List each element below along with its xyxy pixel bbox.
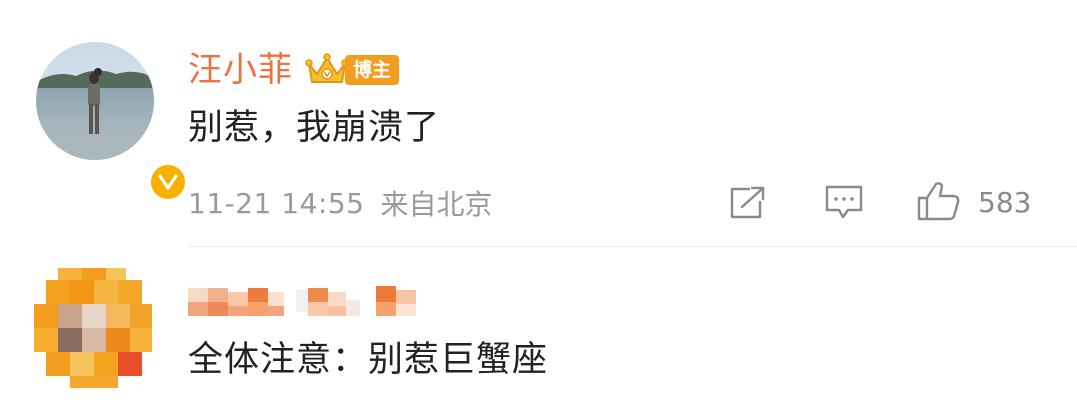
comment-list: 汪小菲 博主 别惹，我崩溃了 11-21 14:55 来自北京 583 全体注意…	[0, 0, 1077, 407]
avatar[interactable]	[36, 42, 188, 202]
blogger-label: 博主	[345, 55, 400, 85]
blogger-badge: 博主	[305, 50, 400, 90]
thumbs-up-icon[interactable]	[916, 180, 962, 222]
avatar-photo	[36, 42, 154, 160]
comment-icon[interactable]	[824, 184, 864, 222]
pixelated-username	[188, 286, 416, 316]
comment-source: 来自北京	[380, 188, 493, 221]
comment-meta: 11-21 14:55 来自北京	[188, 178, 492, 228]
like-count: 583	[978, 186, 1032, 219]
crown-icon	[305, 53, 349, 83]
pixelated-avatar	[34, 268, 152, 388]
divider	[188, 246, 1077, 247]
comment-time: 11-21 14:55	[188, 186, 365, 220]
verified-v-icon	[148, 162, 188, 202]
username[interactable]: 汪小菲	[188, 44, 293, 96]
username-censored[interactable]	[188, 282, 418, 322]
share-icon[interactable]	[728, 185, 768, 221]
comment-text: 别惹，我崩溃了	[188, 108, 441, 148]
avatar-censored[interactable]	[34, 268, 154, 388]
username-row: 汪小菲 博主	[188, 44, 400, 96]
comment-text: 全体注意：别惹巨蟹座	[188, 340, 549, 380]
